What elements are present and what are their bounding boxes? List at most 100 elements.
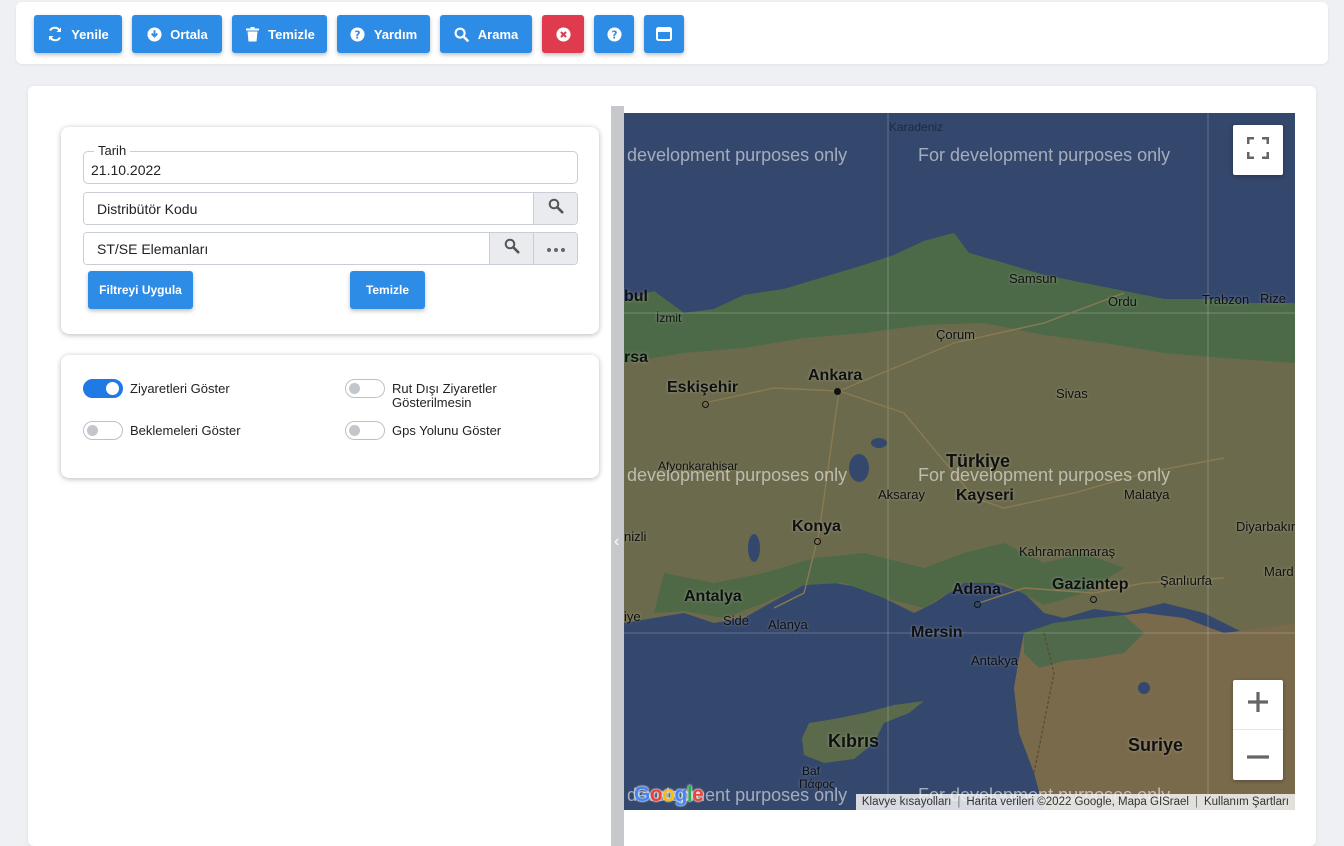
- terms-link[interactable]: Kullanım Şartları: [1198, 796, 1295, 808]
- zoom-out-button[interactable]: [1233, 730, 1283, 780]
- city-label: nizli: [624, 529, 647, 544]
- city-marker: [814, 538, 821, 545]
- chevron-left-icon[interactable]: ‹: [614, 534, 619, 550]
- city-label: Kayseri: [956, 487, 1014, 504]
- date-label: Tarih: [94, 143, 131, 158]
- map-data-text: Harita verileri ©2022 Google, Mapa GISra…: [966, 796, 1189, 808]
- toggle-panel: Ziyaretleri Göster Rut Dışı Ziyaretler G…: [61, 355, 599, 478]
- city-label: Antakya: [971, 653, 1018, 668]
- country-label: Kıbrıs: [828, 731, 880, 751]
- city-label: Kahramanmaraş: [1019, 544, 1116, 559]
- fullscreen-button[interactable]: [1233, 125, 1283, 175]
- refresh-button[interactable]: Yenile: [34, 15, 122, 53]
- country-label: Suriye: [1128, 735, 1184, 755]
- gps-path-toggle-row: Gps Yolunu Göster: [345, 421, 501, 440]
- city-label: Antalya: [684, 588, 742, 605]
- city-label: Ordu: [1108, 294, 1137, 309]
- svg-text:?: ?: [611, 29, 617, 41]
- staff-input[interactable]: [84, 233, 489, 264]
- off-route-toggle-row: Rut Dışı Ziyaretler Gösterilmesin: [345, 379, 497, 410]
- show-visits-toggle-row: Ziyaretleri Göster: [83, 379, 230, 398]
- minus-icon: [1247, 746, 1269, 764]
- help-label: Yardım: [373, 26, 418, 42]
- date-value[interactable]: 21.10.2022: [91, 162, 161, 178]
- city-label: Sivas: [1056, 386, 1088, 401]
- date-field[interactable]: Tarih 21.10.2022: [83, 143, 578, 184]
- city-label: Ankara: [808, 367, 863, 384]
- city-label: rsa: [624, 349, 649, 366]
- city-label: Πάφος: [799, 777, 835, 791]
- arrow-circle-down-icon: [146, 26, 162, 42]
- search-icon: [504, 238, 520, 259]
- clear-filter-button[interactable]: Temizle: [350, 271, 425, 309]
- clear-label: Temizle: [268, 26, 315, 42]
- window-icon: [656, 26, 672, 42]
- off-route-switch[interactable]: [345, 379, 385, 398]
- city-label: Trabzon: [1202, 292, 1250, 307]
- panel-splitter[interactable]: ‹: [611, 106, 624, 846]
- staff-more-button[interactable]: [533, 233, 577, 264]
- google-logo[interactable]: Google: [634, 783, 704, 807]
- city-label: İzmit: [656, 311, 682, 325]
- city-label: Aksaray: [878, 487, 925, 502]
- gps-path-switch[interactable]: [345, 421, 385, 440]
- city-label: Mersin: [911, 624, 963, 641]
- search-icon: [454, 26, 470, 42]
- city-label: iye: [624, 609, 641, 624]
- zoom-control: [1233, 680, 1283, 780]
- show-waits-switch[interactable]: [83, 421, 123, 440]
- close-button[interactable]: [542, 15, 584, 53]
- map[interactable]: r development purposes only For developm…: [624, 113, 1295, 810]
- city-label: bul: [624, 288, 648, 305]
- city-label: Konya: [792, 518, 841, 535]
- sea-label: Karadeniz: [889, 120, 944, 134]
- trash-icon: [244, 26, 260, 42]
- city-label: Malatya: [1124, 487, 1170, 502]
- switch-knob: [349, 383, 360, 394]
- city-label: Afyonkarahisar: [658, 459, 739, 473]
- city-label: Mard: [1264, 564, 1294, 579]
- center-button[interactable]: Ortala: [132, 15, 222, 53]
- apply-filter-button[interactable]: Filtreyi Uygula: [88, 271, 193, 309]
- question-circle-icon: ?: [350, 26, 366, 42]
- show-waits-toggle-row: Beklemeleri Göster: [83, 421, 241, 440]
- capital-marker: [834, 388, 841, 395]
- city-label: Çorum: [936, 327, 976, 342]
- city-marker: [1090, 596, 1097, 603]
- off-route-label-line2: Gösterilmesin: [392, 395, 472, 410]
- staff-input-group: [83, 232, 578, 265]
- city-label: Samsun: [1009, 271, 1057, 286]
- more-dots-icon: [546, 240, 566, 258]
- map-watermark: For development purposes only: [918, 145, 1171, 165]
- info-button[interactable]: ?: [594, 15, 634, 53]
- map-attribution: Klavye kısayolları | Harita verileri ©20…: [855, 794, 1295, 810]
- filter-panel: Tarih 21.10.2022 Fi: [61, 127, 599, 334]
- keyboard-shortcuts-link[interactable]: Klavye kısayolları: [856, 796, 957, 808]
- show-waits-label: Beklemeleri Göster: [130, 423, 241, 438]
- search-button[interactable]: Arama: [440, 15, 532, 53]
- window-button[interactable]: [644, 15, 684, 53]
- refresh-label: Yenile: [71, 26, 109, 42]
- city-label: Adana: [952, 581, 1001, 598]
- distributor-search-button[interactable]: [533, 193, 577, 224]
- svg-text:?: ?: [355, 29, 361, 41]
- search-icon: [548, 198, 564, 219]
- distributor-input[interactable]: [84, 193, 533, 224]
- center-label: Ortala: [170, 26, 208, 42]
- help-button[interactable]: ? Yardım: [337, 15, 430, 53]
- zoom-in-button[interactable]: [1233, 680, 1283, 730]
- show-visits-switch[interactable]: [83, 379, 123, 398]
- city-label: Alanya: [768, 617, 808, 632]
- distributor-input-group: [83, 192, 578, 225]
- country-label: Türkiye: [946, 451, 1011, 471]
- city-label: Rize: [1260, 291, 1287, 306]
- city-label: Şanlıurfa: [1160, 573, 1213, 588]
- city-label: Baf: [802, 764, 821, 778]
- main-card: Tarih 21.10.2022 Fi: [28, 86, 1316, 846]
- gps-path-label: Gps Yolunu Göster: [392, 423, 502, 438]
- off-route-label: Rut Dışı Ziyaretler Gösterilmesin: [392, 379, 497, 410]
- close-circle-icon: [555, 26, 571, 42]
- clear-button[interactable]: Temizle: [232, 15, 327, 53]
- staff-search-button[interactable]: [489, 233, 533, 264]
- switch-knob: [106, 382, 119, 395]
